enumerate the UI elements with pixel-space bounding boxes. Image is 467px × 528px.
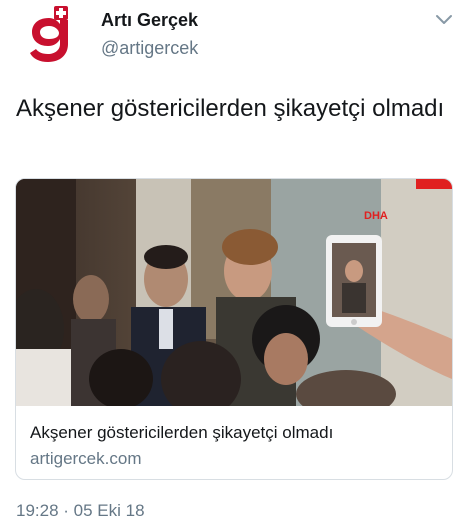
tweet-header: Artı Gerçek @artigercek — [0, 0, 467, 80]
tweet-text: Akşener göstericilerden şikayetçi olmadı — [16, 95, 445, 122]
dha-watermark: DHA — [364, 210, 388, 222]
tweet-timestamp[interactable]: 19:28 · 05 Eki 18 — [16, 501, 145, 521]
link-card[interactable]: DHA Akşener göstericilerden şikayetçi ol… — [15, 178, 453, 480]
chevron-down-icon[interactable] — [434, 10, 454, 30]
artigercek-logo-icon[interactable] — [24, 6, 74, 64]
card-domain[interactable]: artigercek.com — [30, 449, 141, 469]
account-handle[interactable]: @artigercek — [101, 38, 198, 59]
card-title[interactable]: Akşener göstericilerden şikayetçi olmadı — [30, 423, 333, 443]
account-name[interactable]: Artı Gerçek — [101, 10, 198, 31]
card-image[interactable]: DHA — [16, 179, 452, 406]
